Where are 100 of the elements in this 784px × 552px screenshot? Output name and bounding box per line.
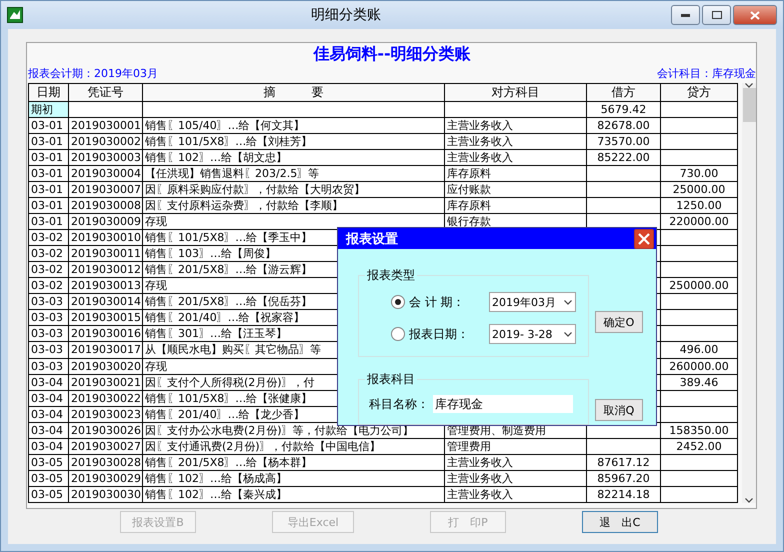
- scroll-down-icon: [745, 498, 753, 503]
- voucher-cell: 2019030003: [68, 150, 142, 166]
- caret-icon: [564, 300, 572, 304]
- column-header: 凭证号: [68, 84, 142, 102]
- debit-cell: 85967.20: [586, 470, 660, 486]
- voucher-cell: 2019030007: [68, 182, 142, 198]
- minimize-button[interactable]: [671, 5, 700, 25]
- credit-cell: 2452.00: [660, 438, 738, 454]
- voucher-cell: 2019030004: [68, 166, 142, 182]
- date-cell: 03-04: [28, 422, 68, 438]
- date-cell: 03-04: [28, 374, 68, 390]
- maximize-icon: [712, 11, 722, 19]
- voucher-cell: 2019030012: [68, 262, 142, 278]
- voucher-cell: 2019030009: [68, 214, 142, 230]
- maximize-button[interactable]: [702, 5, 731, 25]
- account-cell: 主营业务收入: [444, 150, 586, 166]
- cancel-button[interactable]: 取消Q: [595, 399, 643, 421]
- report-period: 报表会计期：2019年03月: [28, 66, 158, 82]
- account-label: 会计科目：库存现金: [657, 66, 756, 82]
- date-dropdown[interactable]: 2019年03月: [489, 292, 576, 312]
- date-cell: 03-05: [28, 454, 68, 470]
- date-cell: 03-02: [28, 278, 68, 294]
- voucher-cell: 2019030020: [68, 358, 142, 374]
- debit-cell: 82678.00: [586, 118, 660, 134]
- scrollbar[interactable]: [742, 83, 756, 503]
- date-cell: 03-04: [28, 438, 68, 454]
- voucher-cell: 2019030015: [68, 310, 142, 326]
- date-cell: 03-01: [28, 134, 68, 150]
- date-cell: 03-01: [28, 198, 68, 214]
- date-cell: 03-01: [28, 166, 68, 182]
- summary-cell: 销售〖201/5X8〗…给【杨本群】: [142, 454, 444, 470]
- account-cell: 管理费用: [444, 438, 586, 454]
- account-cell: 主营业务收入: [444, 134, 586, 150]
- column-header: 借方: [586, 84, 660, 102]
- account-cell: 主营业务收入: [444, 454, 586, 470]
- voucher-cell: 2019030030: [68, 486, 142, 502]
- voucher-cell: 2019030022: [68, 390, 142, 406]
- close-button[interactable]: [733, 5, 777, 25]
- summary-cell: 销售〖101/5X8〗…给【刘桂芳】: [142, 134, 444, 150]
- credit-cell: 158350.00: [660, 422, 738, 438]
- date-cell: 期初: [28, 102, 68, 118]
- credit-cell: 389.46: [660, 374, 738, 390]
- date-cell: 03-01: [28, 214, 68, 230]
- voucher-cell: 2019030002: [68, 134, 142, 150]
- subject-field[interactable]: 库存现金: [433, 395, 573, 413]
- date-cell: 03-04: [28, 406, 68, 422]
- date-cell: 03-02: [28, 262, 68, 278]
- summary-cell: 因〖原料采购应付款〗，付款给【大明农贸】: [142, 182, 444, 198]
- date-cell: 03-04: [28, 390, 68, 406]
- debit-cell: 85222.00: [586, 150, 660, 166]
- voucher-cell: 2019030014: [68, 294, 142, 310]
- summary-cell: 因〖支付通讯费(2月份)〗，付款给【中国电信】: [142, 438, 444, 454]
- credit-cell: 496.00: [660, 342, 738, 358]
- summary-cell: 销售〖102〗…给【杨成高】: [142, 470, 444, 486]
- voucher-cell: 2019030001: [68, 118, 142, 134]
- report-heading: 佳易饲料--明细分类账: [312, 43, 472, 65]
- ok-button[interactable]: 确定O: [595, 311, 643, 333]
- voucher-cell: 2019030011: [68, 246, 142, 262]
- debit-cell: 73570.00: [586, 134, 660, 150]
- credit-cell: 25000.00: [660, 182, 738, 198]
- summary-cell: 销售〖102〗…给【秦兴成】: [142, 486, 444, 502]
- close-icon: [638, 232, 650, 244]
- date-cell: 03-05: [28, 486, 68, 502]
- dialog-close-button[interactable]: [634, 228, 654, 248]
- column-header: 对方科目: [444, 84, 586, 102]
- summary-cell: 因〖支付原料运杂费〗，付款给【李顺】: [142, 198, 444, 214]
- date-cell: 03-03: [28, 310, 68, 326]
- account-cell: 主营业务收入: [444, 470, 586, 486]
- voucher-cell: 2019030010: [68, 230, 142, 246]
- voucher-cell: 2019030008: [68, 198, 142, 214]
- account-cell: 主营业务收入: [444, 486, 586, 502]
- summary-cell: 销售〖102〗…给【胡文忠】: [142, 150, 444, 166]
- radio-button[interactable]: [391, 327, 405, 341]
- voucher-cell: 2019030029: [68, 470, 142, 486]
- debit-cell: 82214.18: [586, 486, 660, 502]
- column-header: 摘 要: [142, 84, 444, 102]
- radio-button[interactable]: [391, 295, 405, 309]
- credit-cell: 220000.00: [660, 214, 738, 230]
- date-cell: 03-01: [28, 150, 68, 166]
- voucher-cell: 2019030026: [68, 422, 142, 438]
- scroll-thumb[interactable]: [742, 88, 756, 122]
- credit-cell: 260000.00: [660, 358, 738, 374]
- voucher-cell: 2019030028: [68, 454, 142, 470]
- date-cell: 03-03: [28, 342, 68, 358]
- date-cell: 03-01: [28, 182, 68, 198]
- column-header: 贷方: [660, 84, 738, 102]
- date-cell: 03-02: [28, 230, 68, 246]
- summary-cell: 销售〖105/40〗…给【何文其】: [142, 118, 444, 134]
- debit-cell: 87617.12: [586, 454, 660, 470]
- date-dropdown[interactable]: 2019- 3-28: [489, 324, 576, 344]
- debit-cell: 5679.42: [586, 102, 660, 118]
- close-icon: [750, 10, 760, 20]
- voucher-cell: 2019030023: [68, 406, 142, 422]
- voucher-cell: 2019030013: [68, 278, 142, 294]
- date-cell: 03-02: [28, 246, 68, 262]
- minimize-icon: [681, 14, 690, 16]
- voucher-cell: 2019030016: [68, 326, 142, 342]
- toolbar-button[interactable]: 退 出C: [582, 511, 658, 533]
- date-cell: 03-03: [28, 358, 68, 374]
- credit-cell: 250000.00: [660, 278, 738, 294]
